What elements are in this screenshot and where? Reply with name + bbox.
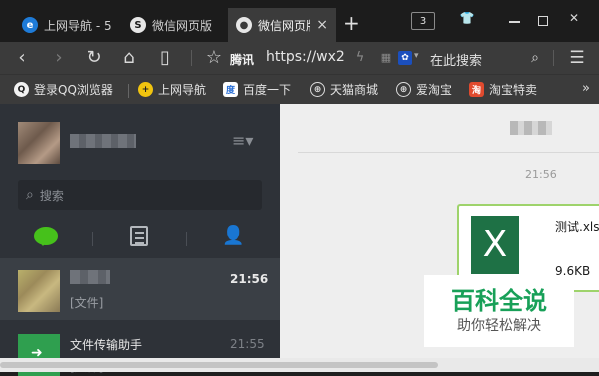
excel-file-icon: X [471, 216, 519, 274]
avatar [18, 270, 60, 312]
search-placeholder: 搜索 [39, 188, 64, 203]
divider [92, 232, 93, 246]
lightning-icon[interactable]: ϟ [349, 47, 371, 69]
bookmark-baidu[interactable]: 度 百度一下 [223, 81, 291, 98]
reader-book-icon[interactable]: ▯ [154, 47, 176, 69]
minimize-icon [508, 21, 520, 23]
globe-icon: ⊕ [396, 82, 411, 97]
tab-navigation[interactable]: e 上网导航 - 5 [14, 8, 120, 42]
bookmarks-overflow-icon[interactable]: » [582, 81, 590, 96]
qr-code-icon[interactable]: ▦ [375, 47, 397, 69]
conversation-name-blurred [70, 270, 110, 284]
site-identity[interactable]: 腾讯 [230, 51, 254, 68]
file-name: 测试.xlsx [555, 220, 599, 234]
bookmark-label: 淘宝特卖 [489, 83, 538, 97]
user-nickname-blurred [70, 134, 136, 148]
chat-bubble-icon: ● [236, 17, 252, 33]
divider [298, 152, 599, 153]
watermark-title: 百科全说 [451, 287, 547, 315]
tab-close-icon[interactable]: × [316, 17, 328, 33]
chat-title-blurred [510, 121, 552, 135]
bookmark-label: 登录QQ浏览器 [34, 83, 113, 97]
conversation-time: 21:56 [230, 272, 269, 286]
wechat-sidebar: ≡▾ ⌕ 搜索 👤 [文件] 21:56 文件传输助手 [文件] 21:55 [0, 104, 280, 376]
panel-menu-icon[interactable]: ≡▾ [232, 131, 253, 150]
ie-icon: e [22, 17, 38, 33]
minimize-button[interactable] [503, 11, 525, 31]
conversation-last-message: [文件] [70, 296, 104, 310]
tab-label: 上网导航 - 5 [44, 18, 112, 33]
search-engine-paw-icon[interactable]: ✿ [398, 51, 412, 65]
conversation-time: 21:55 [230, 337, 265, 351]
bookmark-label: 百度一下 [243, 83, 292, 97]
taobao-icon: 淘 [469, 82, 484, 97]
divider [128, 84, 129, 98]
star-icon[interactable]: ☆ [203, 47, 225, 69]
bookmark-tmall[interactable]: ⊕ 天猫商城 [310, 81, 378, 98]
bookmark-label: 天猫商城 [330, 83, 379, 97]
bookmark-ai-taobao[interactable]: ⊕ 爱淘宝 [396, 81, 452, 98]
tab-label: 微信网页版 [258, 18, 310, 33]
article-list-icon[interactable] [130, 226, 148, 246]
menu-icon[interactable]: ☰ [566, 47, 588, 69]
contacts-icon[interactable]: 👤 [222, 225, 244, 246]
url-field[interactable]: https://wx2 [266, 49, 345, 65]
back-icon[interactable]: ‹ [11, 47, 33, 69]
chevron-down-icon[interactable]: ▾ [414, 51, 419, 61]
tab-label: 微信网页版 [152, 18, 213, 33]
avatar[interactable] [18, 122, 60, 164]
globe-icon: ⊕ [310, 82, 325, 97]
divider [186, 232, 187, 246]
conversation-item-active[interactable]: [文件] 21:56 [0, 258, 280, 320]
bookmark-label: 上网导航 [158, 83, 207, 97]
wechat-s-icon: S [130, 17, 146, 33]
sidebar-tabs: 👤 [0, 220, 280, 256]
maximize-button[interactable] [532, 11, 554, 31]
chat-bubble-icon[interactable] [34, 227, 58, 246]
browser-search-input[interactable]: 在此搜索 [430, 50, 482, 69]
horizontal-scrollbar[interactable] [0, 358, 599, 372]
watermark-subtitle: 助你轻松解决 [457, 318, 541, 334]
contact-search-input[interactable]: ⌕ 搜索 [18, 180, 262, 210]
conversation-name: 文件传输助手 [70, 338, 143, 352]
forward-icon[interactable]: › [48, 47, 70, 69]
tab-wechat-web-active[interactable]: ● 微信网页版 × [228, 8, 336, 42]
search-icon: ⌕ [26, 187, 34, 203]
divider [553, 50, 554, 66]
tab-count-badge[interactable]: 3 [411, 12, 435, 30]
watermark-logo: 百科全说 助你轻松解决 [424, 275, 574, 347]
bookmarks-bar: Q 登录QQ浏览器 + 上网导航 度 百度一下 ⊕ 天猫商城 ⊕ 爱淘宝 淘 淘… [0, 74, 599, 104]
tab-wechat-web-1[interactable]: S 微信网页版 [122, 8, 226, 42]
browser-tab-strip: e 上网导航 - 5 S 微信网页版 ● 微信网页版 × + 3 👕 ✕ [0, 0, 599, 42]
skin-shirt-icon[interactable]: 👕 [456, 11, 478, 31]
search-icon[interactable]: ⌕ [524, 47, 546, 69]
maximize-icon [538, 16, 548, 26]
message-timestamp: 21:56 [525, 168, 557, 181]
plus-circle-icon: + [138, 82, 153, 97]
bookmark-qq-login[interactable]: Q 登录QQ浏览器 [14, 81, 113, 98]
baidu-paw-icon: 度 [223, 82, 238, 97]
address-bar: ‹ › ↻ ⌂ ▯ ☆ 腾讯 https://wx2 ϟ ▦ ✿ ▾ 在此搜索 … [0, 42, 599, 74]
home-icon[interactable]: ⌂ [118, 47, 140, 69]
reload-icon[interactable]: ↻ [83, 47, 105, 69]
bookmark-taobao-sale[interactable]: 淘 淘宝特卖 [469, 81, 537, 98]
bookmark-navigation[interactable]: + 上网导航 [138, 81, 206, 98]
scrollbar-thumb[interactable] [0, 362, 438, 368]
bookmark-label: 爱淘宝 [416, 83, 453, 97]
qq-penguin-icon: Q [14, 82, 29, 97]
new-tab-button[interactable]: + [343, 11, 360, 35]
divider [191, 50, 192, 66]
close-window-button[interactable]: ✕ [563, 11, 585, 31]
